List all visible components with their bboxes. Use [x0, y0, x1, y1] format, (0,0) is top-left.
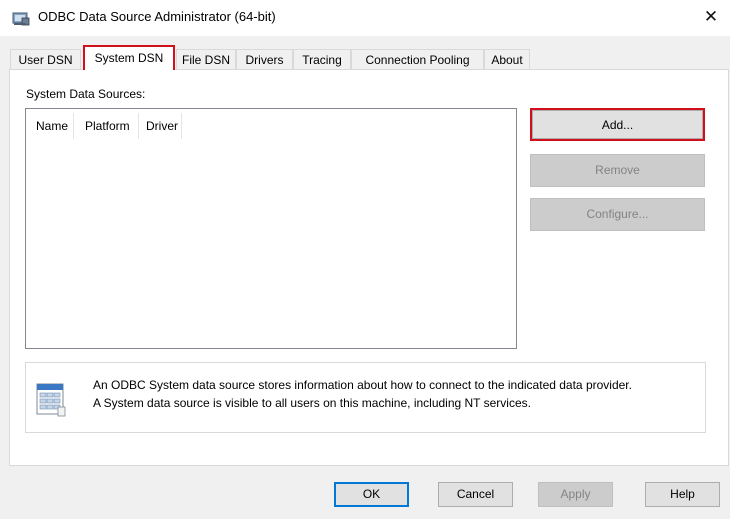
data-source-info-icon — [36, 383, 66, 417]
column-divider[interactable] — [181, 113, 182, 139]
column-header-name[interactable]: Name — [36, 118, 68, 134]
tab-system-dsn[interactable]: System DSN — [83, 45, 175, 70]
configure-button[interactable]: Configure... — [530, 198, 705, 231]
tab-about[interactable]: About — [484, 49, 530, 70]
tab-file-dsn[interactable]: File DSN — [176, 49, 236, 70]
odbc-app-icon — [12, 12, 30, 26]
ok-button[interactable]: OK — [334, 482, 409, 507]
column-divider[interactable] — [138, 113, 139, 139]
tab-drivers[interactable]: Drivers — [236, 49, 293, 70]
help-button[interactable]: Help — [645, 482, 720, 507]
cancel-button[interactable]: Cancel — [438, 482, 513, 507]
tab-connection-pooling[interactable]: Connection Pooling — [351, 49, 484, 70]
info-text-line-1: An ODBC System data source stores inform… — [93, 378, 632, 392]
remove-button[interactable]: Remove — [530, 154, 705, 187]
column-header-platform[interactable]: Platform — [85, 118, 130, 134]
tab-user-dsn[interactable]: User DSN — [10, 49, 81, 70]
apply-button[interactable]: Apply — [538, 482, 613, 507]
add-button[interactable]: Add... — [530, 108, 705, 141]
window-title: ODBC Data Source Administrator (64-bit) — [38, 9, 276, 24]
section-label: System Data Sources: — [26, 87, 146, 101]
column-divider[interactable] — [73, 113, 74, 139]
tab-tracing[interactable]: Tracing — [293, 49, 351, 70]
close-button[interactable]: ✕ — [692, 0, 730, 34]
title-bar: ODBC Data Source Administrator (64-bit) … — [0, 0, 730, 36]
info-text-line-2: A System data source is visible to all u… — [93, 396, 531, 410]
column-header-driver[interactable]: Driver — [146, 118, 178, 134]
data-sources-list[interactable]: Name Platform Driver — [25, 108, 517, 349]
info-box: An ODBC System data source stores inform… — [25, 362, 706, 433]
